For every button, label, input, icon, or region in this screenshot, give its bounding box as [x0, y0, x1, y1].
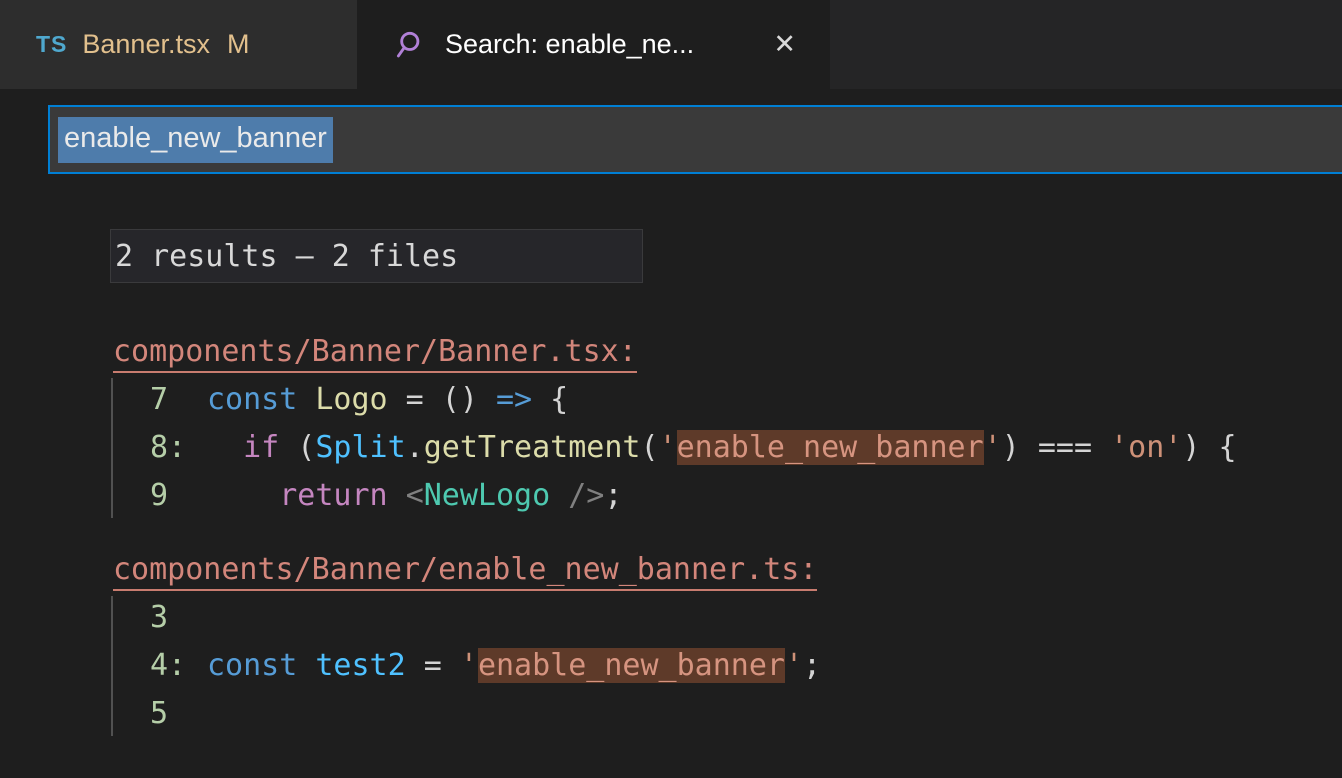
code-token: ;: [803, 648, 821, 683]
code-token: NewLogo: [424, 478, 550, 513]
result-line[interactable]: 4:const test2 = 'enable_new_banner';: [113, 642, 1237, 690]
search-results: components/Banner/Banner.tsx:7const Logo…: [113, 328, 1237, 738]
code-token: [297, 382, 315, 417]
code-token: .: [406, 430, 424, 465]
typescript-file-icon: TS: [36, 31, 67, 58]
line-number: 7: [150, 376, 207, 424]
code-token: ;: [604, 478, 622, 513]
code-token: Split: [315, 430, 405, 465]
code-token: ': [460, 648, 478, 683]
code-token: 'on': [1110, 430, 1182, 465]
result-line[interactable]: 9 return <NewLogo />;: [113, 472, 1237, 520]
result-line[interactable]: 5: [113, 690, 1237, 738]
code-token: getTreatment: [424, 430, 641, 465]
code-token: (: [279, 430, 315, 465]
search-query-input[interactable]: enable_new_banner: [48, 105, 1342, 174]
tab-label: Banner.tsx: [82, 29, 210, 60]
code-token: =: [406, 648, 460, 683]
code-token: [388, 478, 406, 513]
result-line[interactable]: 8: if (Split.getTreatment('enable_new_ba…: [113, 424, 1237, 472]
code-token: />: [550, 478, 604, 513]
editor-tab-bar: TS Banner.tsx M Search: enable_ne... ✕: [0, 0, 1342, 89]
code-token: {: [532, 382, 568, 417]
line-number: 5: [150, 690, 207, 738]
code-token: [207, 478, 279, 513]
code-text: const Logo = () => {: [207, 376, 568, 424]
results-summary: 2 results – 2 files: [110, 229, 643, 283]
line-number: 3: [150, 594, 207, 642]
code-token: [207, 430, 243, 465]
code-token: <: [406, 478, 424, 513]
code-text: const test2 = 'enable_new_banner';: [207, 642, 821, 690]
tab-search-editor[interactable]: Search: enable_ne... ✕: [357, 0, 830, 89]
code-token: ) {: [1182, 430, 1236, 465]
code-text: return <NewLogo />;: [207, 472, 622, 520]
match-highlight: enable_new_banner: [677, 430, 984, 465]
file-path-text: components/Banner/Banner.tsx:: [113, 334, 637, 373]
code-token: ) ===: [1002, 430, 1110, 465]
file-path-text: components/Banner/enable_new_banner.ts:: [113, 552, 817, 591]
modified-badge: M: [227, 29, 250, 60]
code-token: =>: [496, 382, 532, 417]
code-token: const: [207, 648, 297, 683]
code-token: ': [984, 430, 1002, 465]
selected-query-text: enable_new_banner: [58, 117, 333, 163]
code-token: return: [279, 478, 387, 513]
code-token: Logo: [315, 382, 387, 417]
line-number: 8:: [150, 424, 207, 472]
indent-guide-line: [111, 596, 113, 736]
code-token: = (): [388, 382, 496, 417]
code-token: const: [207, 382, 297, 417]
code-token: test2: [315, 648, 405, 683]
file-result-block: components/Banner/enable_new_banner.ts:3…: [113, 546, 1237, 738]
result-line[interactable]: 7const Logo = () => {: [113, 376, 1237, 424]
code-token: [297, 648, 315, 683]
file-path-heading[interactable]: components/Banner/enable_new_banner.ts:: [113, 546, 1237, 594]
indent-guide-line: [111, 378, 113, 518]
result-line[interactable]: 3: [113, 594, 1237, 642]
code-token: ': [659, 430, 677, 465]
search-icon: [393, 27, 429, 63]
tab-banner-tsx[interactable]: TS Banner.tsx M: [0, 0, 357, 89]
match-highlight: enable_new_banner: [478, 648, 785, 683]
file-path-heading[interactable]: components/Banner/Banner.tsx:: [113, 328, 1237, 376]
line-number: 4:: [150, 642, 207, 690]
line-number: 9: [150, 472, 207, 520]
results-summary-text: 2 results – 2 files: [115, 239, 458, 274]
code-token: if: [243, 430, 279, 465]
tab-label: Search: enable_ne...: [445, 29, 694, 60]
close-icon[interactable]: ✕: [769, 27, 800, 62]
code-token: ': [785, 648, 803, 683]
vscode-window: TS Banner.tsx M Search: enable_ne... ✕ e…: [0, 0, 1342, 778]
code-token: (: [641, 430, 659, 465]
file-result-block: components/Banner/Banner.tsx:7const Logo…: [113, 328, 1237, 520]
code-text: if (Split.getTreatment('enable_new_banne…: [207, 424, 1237, 472]
